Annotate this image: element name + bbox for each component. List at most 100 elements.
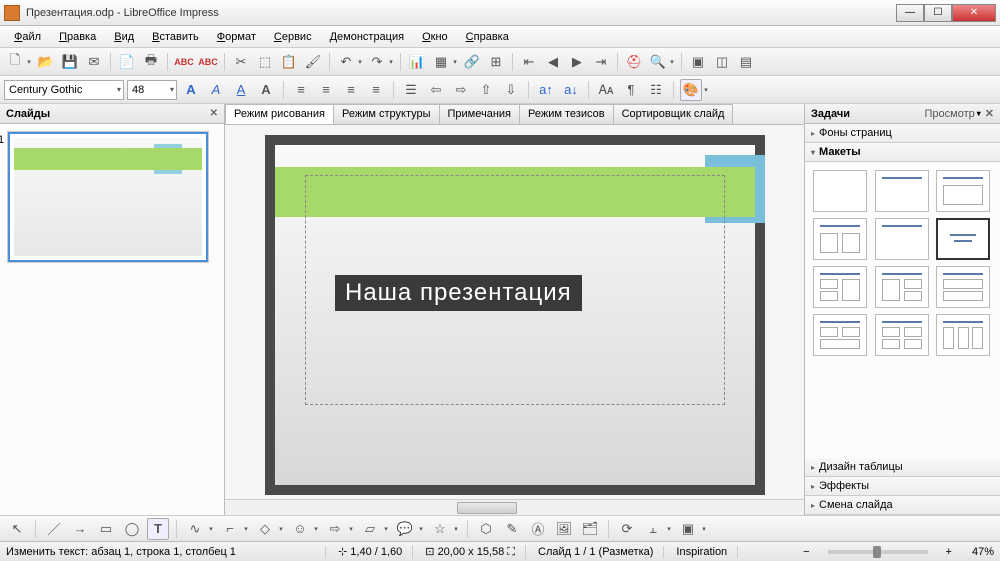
- nav-prev-button[interactable]: ◀: [542, 51, 564, 73]
- menu-1[interactable]: Правка: [51, 29, 104, 45]
- ellipse-tool[interactable]: ◯: [121, 518, 143, 540]
- layout-title-only[interactable]: [875, 218, 929, 260]
- layout-10[interactable]: [875, 314, 929, 356]
- slides-panel-close-icon[interactable]: ✕: [210, 108, 218, 119]
- redo-button[interactable]: ↷: [366, 51, 388, 73]
- symbol-shapes-tool[interactable]: ☺: [289, 518, 311, 540]
- slide-thumbnail-1[interactable]: 1: [8, 132, 208, 262]
- curve-tool[interactable]: ∿: [184, 518, 206, 540]
- paste-button[interactable]: 📋: [278, 51, 300, 73]
- nav-first-button[interactable]: ⇤: [518, 51, 540, 73]
- align-left-button[interactable]: ≡: [290, 79, 312, 101]
- tasks-view-menu[interactable]: Просмотр: [925, 108, 975, 120]
- menu-8[interactable]: Справка: [458, 29, 517, 45]
- menu-6[interactable]: Демонстрация: [322, 29, 413, 45]
- move-up-button[interactable]: ⇧: [475, 79, 497, 101]
- menu-0[interactable]: Файл: [6, 29, 49, 45]
- tasks-close-icon[interactable]: ✕: [985, 107, 994, 120]
- layout-9[interactable]: [813, 314, 867, 356]
- flowchart-tool[interactable]: ▱: [359, 518, 381, 540]
- task-section-layouts[interactable]: ▾Макеты: [805, 143, 1000, 162]
- nav-last-button[interactable]: ⇥: [590, 51, 612, 73]
- arrange-tool[interactable]: ▣: [677, 518, 699, 540]
- align-justify-button[interactable]: ≡: [365, 79, 387, 101]
- italic-button[interactable]: A: [205, 79, 227, 101]
- view-tab-2[interactable]: Примечания: [439, 104, 521, 124]
- rect-tool[interactable]: ▭: [95, 518, 117, 540]
- task-section-effects[interactable]: ▸Эффекты: [805, 477, 1000, 496]
- connector-tool[interactable]: ⌐: [219, 518, 241, 540]
- task-section-transition[interactable]: ▸Смена слайда: [805, 496, 1000, 515]
- format-paint-button[interactable]: 🖌: [302, 51, 324, 73]
- font-name-combo[interactable]: Century Gothic▾: [4, 80, 124, 100]
- hyperlink-button[interactable]: 🔗: [461, 51, 483, 73]
- slide-design-button[interactable]: ◫: [711, 51, 733, 73]
- layout-8[interactable]: [936, 266, 990, 308]
- callout-tool[interactable]: 💬: [394, 518, 416, 540]
- zoom-button[interactable]: 🔍: [647, 51, 669, 73]
- slide-title-text[interactable]: Наша презентация: [335, 275, 582, 311]
- menu-3[interactable]: Вставить: [144, 29, 207, 45]
- layout-two-content[interactable]: [813, 218, 867, 260]
- select-tool[interactable]: ↖: [6, 518, 28, 540]
- menu-5[interactable]: Сервис: [266, 29, 320, 45]
- maximize-button[interactable]: ☐: [924, 4, 952, 22]
- promote-button[interactable]: ⇦: [425, 79, 447, 101]
- undo-button[interactable]: ↶: [335, 51, 357, 73]
- stars-tool[interactable]: ☆: [429, 518, 451, 540]
- layout-centered[interactable]: [936, 218, 990, 260]
- print-button[interactable]: 🖶: [140, 51, 162, 73]
- layout-6[interactable]: [813, 266, 867, 308]
- align-tool[interactable]: ⫠: [642, 518, 664, 540]
- bold-button[interactable]: A: [180, 79, 202, 101]
- layout-title[interactable]: [875, 170, 929, 212]
- increase-font-button[interactable]: a↑: [535, 79, 557, 101]
- new-button[interactable]: 🗋: [4, 51, 26, 73]
- save-button[interactable]: 💾: [59, 51, 81, 73]
- font-size-combo[interactable]: 48▾: [127, 80, 177, 100]
- numbering-button[interactable]: ☷: [645, 79, 667, 101]
- menu-2[interactable]: Вид: [106, 29, 142, 45]
- cut-button[interactable]: ✂: [230, 51, 252, 73]
- layout-11[interactable]: [936, 314, 990, 356]
- glue-tool[interactable]: ✎: [501, 518, 523, 540]
- gallery-tool[interactable]: 🗂: [579, 518, 601, 540]
- layout-blank[interactable]: [813, 170, 867, 212]
- table-button[interactable]: ▦: [430, 51, 452, 73]
- minimize-button[interactable]: —: [896, 4, 924, 22]
- spellcheck-button[interactable]: ABC: [173, 51, 195, 73]
- task-section-table-design[interactable]: ▸Дизайн таблицы: [805, 458, 1000, 477]
- font-color-button[interactable]: 🎨: [680, 79, 702, 101]
- help-button[interactable]: ⛑: [623, 51, 645, 73]
- task-section-backgrounds[interactable]: ▸Фоны страниц: [805, 124, 1000, 143]
- copy-button[interactable]: ⬚: [254, 51, 276, 73]
- slide-canvas[interactable]: Наша презентация: [265, 135, 765, 495]
- zoom-out-button[interactable]: −: [803, 546, 809, 558]
- zoom-value[interactable]: 47%: [972, 546, 994, 558]
- view-tab-1[interactable]: Режим структуры: [333, 104, 440, 124]
- from-file-tool[interactable]: 🖼: [553, 518, 575, 540]
- slide-show-button[interactable]: ▣: [687, 51, 709, 73]
- close-button[interactable]: ✕: [952, 4, 996, 22]
- align-center-button[interactable]: ≡: [315, 79, 337, 101]
- points-tool[interactable]: ⬡: [475, 518, 497, 540]
- autospell-button[interactable]: ABC: [197, 51, 219, 73]
- slide-layout-button[interactable]: ▤: [735, 51, 757, 73]
- menu-7[interactable]: Окно: [414, 29, 456, 45]
- move-down-button[interactable]: ⇩: [500, 79, 522, 101]
- view-tab-3[interactable]: Режим тезисов: [519, 104, 614, 124]
- menu-4[interactable]: Формат: [209, 29, 264, 45]
- bullets-button[interactable]: ☰: [400, 79, 422, 101]
- zoom-slider[interactable]: [828, 550, 928, 554]
- block-arrows-tool[interactable]: ⇨: [324, 518, 346, 540]
- layout-title-content[interactable]: [936, 170, 990, 212]
- nav-next-button[interactable]: ▶: [566, 51, 588, 73]
- para-dialog-button[interactable]: ¶: [620, 79, 642, 101]
- chart-button[interactable]: 📊: [406, 51, 428, 73]
- line-tool[interactable]: ／: [43, 518, 65, 540]
- display-grid-button[interactable]: ⊞: [485, 51, 507, 73]
- fontwork-tool[interactable]: Ⓐ: [527, 518, 549, 540]
- rotate-tool[interactable]: ⟳: [616, 518, 638, 540]
- arrow-tool[interactable]: →: [69, 518, 91, 540]
- char-dialog-button[interactable]: 🗛: [595, 79, 617, 101]
